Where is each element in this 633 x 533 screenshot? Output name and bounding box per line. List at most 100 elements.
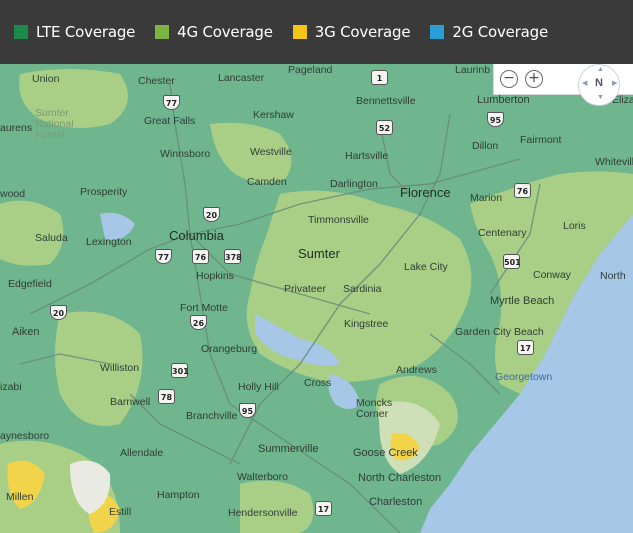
legend-item-3g[interactable]: 3G Coverage xyxy=(292,23,411,41)
route-shield-20-west: 20 xyxy=(50,305,67,320)
place-sardinia: Sardinia xyxy=(343,283,382,295)
place-darlington: Darlington xyxy=(330,178,378,190)
place-laurinburg: Laurinb xyxy=(455,64,491,76)
route-shield-76-south: 76 xyxy=(192,249,209,264)
place-fairmont: Fairmont xyxy=(520,134,562,146)
place-winnsboro: Winnsboro xyxy=(160,148,211,160)
2g-swatch xyxy=(430,25,445,39)
route-shield-77-south: 77 xyxy=(155,249,172,264)
place-moncks-corner: Moncks Corner xyxy=(356,397,393,420)
place-pageland: Pageland xyxy=(288,64,333,76)
compass-up-icon[interactable]: ▲ xyxy=(597,66,604,73)
place-orangeburg: Orangeburg xyxy=(201,343,258,355)
place-lexington: Lexington xyxy=(86,236,132,248)
place-allendale: Allendale xyxy=(120,447,164,459)
compass-control[interactable]: ▲ ◀ ▶ ▼ N xyxy=(578,64,620,106)
legend-item-lte[interactable]: LTE Coverage xyxy=(14,23,135,41)
route-shield-95-north: 95 xyxy=(487,112,504,127)
legend-item-2g[interactable]: 2G Coverage xyxy=(430,23,548,41)
place-elizabeth-short: izabi xyxy=(0,381,22,393)
compass-down-icon[interactable]: ▼ xyxy=(597,94,604,101)
route-shield-77-north: 77 xyxy=(163,95,180,110)
place-centenary: Centenary xyxy=(478,227,527,239)
coverage-legend: LTE Coverage 4G Coverage 3G Coverage 2G … xyxy=(0,0,633,64)
place-georgetown: Georgetown xyxy=(495,371,553,383)
place-conway: Conway xyxy=(533,269,571,281)
place-cross: Cross xyxy=(304,377,332,389)
zoom-in-button[interactable]: + xyxy=(525,70,543,88)
place-summerville: Summerville xyxy=(258,443,319,455)
place-whiteville: Whitevill xyxy=(595,156,633,168)
coverage-map[interactable]: Union Chester Lancaster Pageland Laurinb… xyxy=(0,64,633,533)
place-newberry: wood xyxy=(0,188,26,200)
lte-swatch xyxy=(14,25,28,39)
route-shield-378: 378 xyxy=(224,249,242,264)
route-shield-501: 501 xyxy=(503,254,521,269)
place-millen: Millen xyxy=(6,491,34,503)
place-myrtle-beach: Myrtle Beach xyxy=(490,295,555,307)
route-shield-52: 52 xyxy=(376,120,393,135)
route-shield-26: 26 xyxy=(190,315,207,330)
place-hendersonville: Hendersonville xyxy=(228,507,298,519)
place-lumberton: Lumberton xyxy=(477,94,530,106)
place-sumter: Sumter xyxy=(298,246,340,261)
place-walterboro: Walterboro xyxy=(237,471,288,483)
place-barnwell: Barnwell xyxy=(110,396,151,408)
route-shield-20: 20 xyxy=(203,207,220,222)
legend-label-3g: 3G Coverage xyxy=(314,23,411,41)
legend-item-4g[interactable]: 4G Coverage xyxy=(155,23,273,41)
place-marion: Marion xyxy=(470,192,503,204)
map-controls: − + ▲ ◀ ▶ ▼ N xyxy=(493,64,633,106)
compass-left-icon[interactable]: ◀ xyxy=(582,79,587,87)
legend-label-lte: LTE Coverage xyxy=(36,23,136,41)
place-dillon: Dillon xyxy=(472,140,499,152)
place-westville: Westville xyxy=(250,146,292,158)
place-charleston: Charleston xyxy=(369,496,423,508)
4g-swatch xyxy=(155,25,170,39)
place-prosperity: Prosperity xyxy=(80,186,128,198)
place-holly-hill: Holly Hill xyxy=(238,381,279,393)
compass-north-label: N xyxy=(595,77,603,89)
legend-label-4g: 4G Coverage xyxy=(177,23,273,41)
place-florence: Florence xyxy=(400,185,451,200)
place-aiken: Aiken xyxy=(12,326,40,338)
place-lake-city: Lake City xyxy=(404,261,448,273)
place-edgefield: Edgefield xyxy=(8,278,52,290)
place-privateer: Privateer xyxy=(284,283,327,295)
route-shield-95-south: 95 xyxy=(239,403,256,418)
place-fort-motte: Fort Motte xyxy=(180,302,228,314)
place-camden: Camden xyxy=(247,176,287,188)
place-columbia: Columbia xyxy=(169,228,224,243)
place-timmonsville: Timmonsville xyxy=(308,214,369,226)
place-hopkins: Hopkins xyxy=(196,270,234,282)
place-kershaw: Kershaw xyxy=(253,109,294,121)
place-sumter-national-forest: Sumter National Forest xyxy=(35,107,74,141)
route-shield-76: 76 xyxy=(514,183,531,198)
place-north-myrtle: North xyxy=(600,270,626,282)
place-bennettsville: Bennettsville xyxy=(356,95,416,107)
place-hampton: Hampton xyxy=(157,489,200,501)
place-williston: Williston xyxy=(100,362,140,374)
place-lancaster: Lancaster xyxy=(218,72,265,84)
place-chester: Chester xyxy=(138,75,175,87)
place-laurens: aurens xyxy=(0,122,33,134)
place-branchville: Branchville xyxy=(186,410,238,422)
place-garden-city-beach: Garden City Beach xyxy=(455,326,544,338)
place-north-charleston: North Charleston xyxy=(358,472,442,484)
3g-swatch xyxy=(292,25,307,39)
zoom-out-button[interactable]: − xyxy=(500,70,518,88)
route-shield-78: 78 xyxy=(158,389,175,404)
place-estill: Estill xyxy=(109,506,132,518)
legend-label-2g: 2G Coverage xyxy=(452,23,548,41)
compass-right-icon[interactable]: ▶ xyxy=(612,79,617,87)
place-great-falls: Great Falls xyxy=(144,115,196,127)
place-saluda: Saluda xyxy=(35,232,68,244)
place-goose-creek: Goose Creek xyxy=(353,447,418,459)
place-waynesboro: aynesboro xyxy=(0,430,50,442)
route-shield-1: 1 xyxy=(371,70,388,85)
place-hartsville: Hartsville xyxy=(345,150,389,162)
place-andrews: Andrews xyxy=(396,364,437,376)
place-union: Union xyxy=(32,73,60,85)
place-loris: Loris xyxy=(563,220,586,232)
route-shield-17: 17 xyxy=(517,340,534,355)
